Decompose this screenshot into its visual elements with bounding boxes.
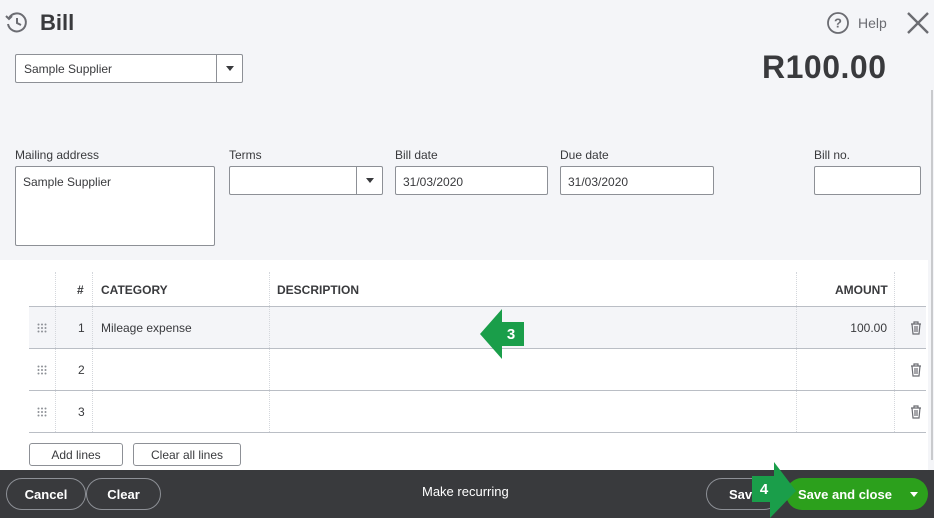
row-amount[interactable]: 100.00 bbox=[796, 321, 887, 335]
category-details-table: # CATEGORY DESCRIPTION AMOUNT 1 Mileage … bbox=[0, 260, 928, 470]
save-and-close-button[interactable]: Save and close bbox=[786, 478, 928, 510]
make-recurring-link[interactable]: Make recurring bbox=[422, 484, 509, 499]
row-number: 2 bbox=[78, 363, 85, 377]
table-row[interactable]: 2 bbox=[29, 349, 926, 391]
bill-date-label: Bill date bbox=[395, 148, 438, 162]
help-button[interactable]: ? Help bbox=[826, 11, 887, 35]
help-icon: ? bbox=[827, 12, 849, 34]
supplier-value: Sample Supplier bbox=[24, 62, 113, 76]
supplier-select[interactable]: Sample Supplier bbox=[15, 54, 243, 83]
cancel-button[interactable]: Cancel bbox=[6, 478, 86, 510]
scrollbar[interactable] bbox=[931, 90, 933, 460]
balance-due-amount: R100.00 bbox=[762, 49, 887, 85]
trash-icon[interactable] bbox=[910, 321, 922, 335]
table-row[interactable]: 1 Mileage expense 100.00 bbox=[29, 307, 926, 349]
due-date-field[interactable]: 31/03/2020 bbox=[560, 166, 714, 195]
close-icon[interactable] bbox=[905, 10, 931, 36]
drag-handle-icon[interactable] bbox=[37, 323, 47, 333]
clear-button[interactable]: Clear bbox=[86, 478, 161, 510]
clear-all-lines-button[interactable]: Clear all lines bbox=[133, 443, 241, 466]
due-date-label: Due date bbox=[560, 148, 609, 162]
terms-select[interactable] bbox=[229, 166, 383, 195]
bill-no-field[interactable] bbox=[814, 166, 921, 195]
step-3-label: 3 bbox=[506, 325, 516, 343]
bill-date-field[interactable]: 31/03/2020 bbox=[395, 166, 548, 195]
row-number: 3 bbox=[78, 405, 85, 419]
step-4-callout: 4 bbox=[748, 462, 798, 518]
col-header-amount: AMOUNT bbox=[835, 283, 888, 297]
table-row[interactable]: 3 bbox=[29, 391, 926, 433]
bill-header: Bill ? Help Sample Supplier R100.00 Mail… bbox=[0, 0, 934, 260]
table-header-row: # CATEGORY DESCRIPTION AMOUNT bbox=[29, 272, 926, 307]
svg-text:?: ? bbox=[834, 16, 842, 31]
mailing-address-field[interactable]: Sample Supplier bbox=[15, 166, 215, 246]
chevron-down-icon[interactable] bbox=[216, 55, 242, 82]
drag-handle-icon[interactable] bbox=[37, 407, 47, 417]
bill-no-label: Bill no. bbox=[814, 148, 851, 162]
row-category[interactable]: Mileage expense bbox=[101, 321, 192, 335]
trash-icon[interactable] bbox=[910, 405, 922, 419]
col-header-description: DESCRIPTION bbox=[277, 283, 360, 297]
step-3-callout: 3 bbox=[480, 309, 526, 361]
terms-label: Terms bbox=[229, 148, 262, 162]
drag-handle-icon[interactable] bbox=[37, 365, 47, 375]
page-title: Bill bbox=[40, 10, 75, 35]
add-lines-button[interactable]: Add lines bbox=[29, 443, 123, 466]
chevron-down-icon[interactable] bbox=[356, 167, 382, 194]
trash-icon[interactable] bbox=[910, 363, 922, 377]
help-label: Help bbox=[858, 15, 887, 31]
row-number: 1 bbox=[78, 321, 85, 335]
history-icon[interactable] bbox=[4, 10, 30, 36]
col-header-num: # bbox=[77, 283, 84, 297]
save-and-close-label: Save and close bbox=[798, 487, 892, 502]
caret-down-icon[interactable] bbox=[910, 492, 918, 497]
step-4-label: 4 bbox=[759, 480, 769, 498]
mailing-address-label: Mailing address bbox=[15, 148, 100, 162]
col-header-category: CATEGORY bbox=[101, 283, 168, 297]
